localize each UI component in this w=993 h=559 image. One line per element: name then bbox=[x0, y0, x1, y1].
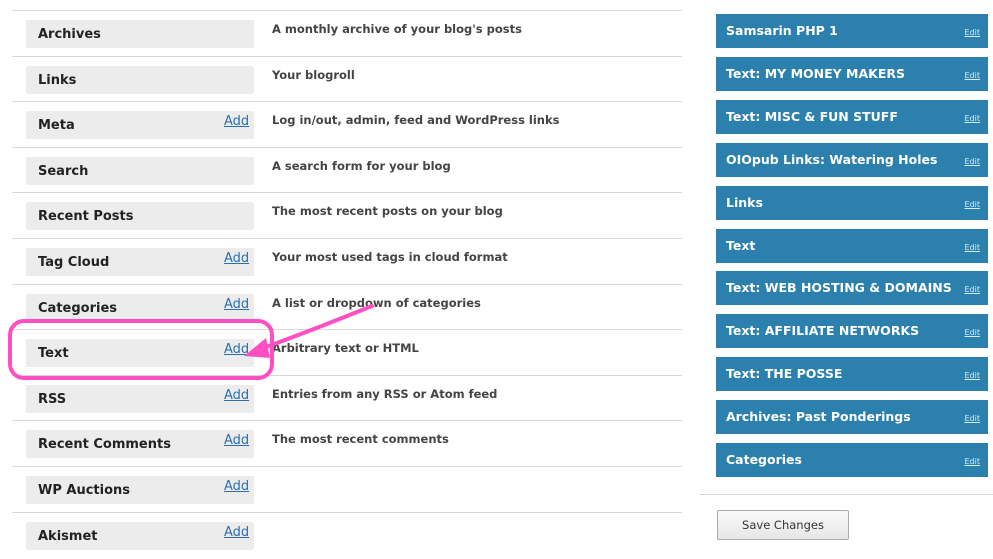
widget-name: Search bbox=[38, 163, 89, 179]
widget-description: A search form for your blog bbox=[272, 158, 451, 173]
widget-name-box: WP Auctions Add bbox=[26, 476, 254, 504]
sidebar-widget-title: Text bbox=[726, 237, 756, 253]
widget-name: Tag Cloud bbox=[38, 255, 110, 270]
sidebar-widget-title: Text: WEB HOSTING & DOMAINS bbox=[726, 280, 952, 296]
sidebar-widget-item[interactable]: Categories Edit bbox=[716, 443, 988, 477]
widget-name: Recent Comments bbox=[38, 437, 171, 453]
widget-name-box: Recent Comments Add bbox=[26, 430, 254, 459]
widget-add-link[interactable]: Add bbox=[224, 342, 249, 357]
sidebar-widget-item[interactable]: Archives: Past Ponderings Edit bbox=[716, 400, 988, 435]
sidebar-widget-item[interactable]: Links Edit bbox=[716, 185, 988, 220]
sidebar-widget-edit-link[interactable]: Edit bbox=[965, 328, 981, 337]
widget-description: A list or dropdown of categories bbox=[272, 295, 481, 310]
widget-row: Links Your blogroll bbox=[12, 55, 682, 103]
widget-description: The most recent posts on your blog bbox=[272, 204, 503, 219]
current-sidebar-widgets: Samsarin PHP 1 Edit Text: MY MONEY MAKERS E… bbox=[700, 0, 993, 544]
widget-description: The most recent comments bbox=[272, 432, 449, 447]
widget-row: Search A search form for your blog bbox=[12, 146, 682, 194]
widget-row: Text Add Arbitrary text or HTML bbox=[12, 329, 682, 376]
widget-name-box: Tag Cloud Add bbox=[26, 248, 254, 276]
widget-add-link[interactable]: Add bbox=[224, 251, 249, 266]
sidebar-widget-item[interactable]: Text Edit bbox=[716, 228, 988, 263]
widget-row: Categories Add A list or dropdown of categ… bbox=[12, 283, 682, 331]
widget-name-box: Search bbox=[26, 156, 254, 185]
sidebar-widget-item[interactable]: Text: THE POSSE Edit bbox=[716, 357, 988, 392]
sidebar-widget-item[interactable]: Text: AFFILIATE NETWORKS Edit bbox=[716, 314, 988, 349]
widget-name-box: Meta Add bbox=[26, 111, 254, 140]
widget-row: Recent Comments Add The most recent commen… bbox=[12, 420, 682, 467]
widget-row: Tag Cloud Add Your most used tags in cloud… bbox=[12, 238, 682, 285]
sidebar-widget-edit-link[interactable]: Edit bbox=[965, 114, 981, 123]
sidebar-widget-item[interactable]: OIOpub Links: Watering Holes Edit bbox=[716, 142, 988, 177]
widget-name-box: Akismet Add bbox=[26, 521, 254, 550]
sidebar-widget-title: Links bbox=[726, 194, 763, 210]
widget-name: Akismet bbox=[38, 528, 98, 544]
sidebar-widget-title: Text: MY MONEY MAKERS bbox=[726, 65, 906, 81]
widget-name: Categories bbox=[38, 300, 118, 316]
sidebar-widget-edit-link[interactable]: Edit bbox=[965, 71, 981, 80]
widget-name-box: Text Add bbox=[26, 339, 254, 368]
sidebar-widget-title: Text: MISC & FUN STUFF bbox=[726, 108, 898, 124]
widget-name: Meta bbox=[38, 118, 75, 134]
sidebar-widget-edit-link[interactable]: Edit bbox=[965, 285, 981, 294]
sidebar-widget-item[interactable]: Samsarin PHP 1 Edit bbox=[716, 14, 988, 48]
widget-row: Akismet Add bbox=[12, 511, 682, 559]
sidebar-widget-title: OIOpub Links: Watering Holes bbox=[726, 151, 938, 167]
widget-name: WP Auctions bbox=[38, 483, 131, 498]
widget-add-link[interactable]: Add bbox=[224, 479, 249, 494]
sidebar-widget-edit-link[interactable]: Edit bbox=[965, 457, 981, 466]
widget-add-link[interactable]: Add bbox=[224, 114, 249, 129]
widget-row: Archives A monthly archive of your blog's… bbox=[12, 10, 682, 57]
widget-name: RSS bbox=[38, 391, 67, 407]
sidebar-widget-title: Text: THE POSSE bbox=[726, 366, 843, 382]
widget-description: A monthly archive of your blog's posts bbox=[272, 22, 522, 36]
sidebar-widget-edit-link[interactable]: Edit bbox=[965, 157, 981, 166]
sidebar-widget-edit-link[interactable]: Edit bbox=[965, 371, 981, 380]
widget-add-link[interactable]: Add bbox=[224, 297, 249, 312]
widget-name: Archives bbox=[38, 27, 101, 42]
widget-row: RSS Add Entries from any RSS or Atom feed bbox=[12, 374, 682, 422]
widget-add-link[interactable]: Add bbox=[224, 433, 249, 448]
widget-name-box: RSS Add bbox=[26, 384, 254, 413]
widget-name: Links bbox=[38, 72, 77, 88]
widget-row: Recent Posts The most recent posts on you… bbox=[12, 192, 682, 239]
widget-name-box: Links bbox=[26, 65, 254, 94]
sidebar-widget-item[interactable]: Text: MY MONEY MAKERS Edit bbox=[716, 56, 988, 91]
widget-row: WP Auctions Add bbox=[12, 466, 682, 513]
sidebar-widget-edit-link[interactable]: Edit bbox=[965, 200, 981, 209]
widget-description: Entries from any RSS or Atom feed bbox=[272, 386, 498, 401]
widget-name: Text bbox=[38, 346, 69, 362]
widget-description: Arbitrary text or HTML bbox=[272, 341, 419, 356]
sidebar-widget-edit-link[interactable]: Edit bbox=[965, 243, 981, 252]
widget-description: Your most used tags in cloud format bbox=[272, 250, 508, 264]
widget-add-link[interactable]: Add bbox=[224, 388, 249, 403]
widget-name: Recent Posts bbox=[38, 209, 134, 225]
sidebar-widget-title: Samsarin PHP 1 bbox=[726, 23, 838, 38]
widget-description: Log in/out, admin, feed and WordPress li… bbox=[272, 113, 560, 128]
sidebar-widget-title: Categories bbox=[726, 452, 802, 467]
widget-row: Meta Add Log in/out, admin, feed and WordP… bbox=[12, 101, 682, 148]
widget-name-box: Archives bbox=[26, 20, 254, 48]
sidebar-divider bbox=[700, 494, 993, 495]
widget-name-box: Recent Posts bbox=[26, 202, 254, 231]
available-widgets-list: Archives A monthly archive of your blog's… bbox=[0, 0, 700, 550]
widget-description: Your blogroll bbox=[272, 67, 355, 82]
sidebar-widget-item[interactable]: Text: MISC & FUN STUFF Edit bbox=[716, 99, 988, 134]
sidebar-widget-edit-link[interactable]: Edit bbox=[965, 414, 981, 423]
sidebar-widget-edit-link[interactable]: Edit bbox=[965, 28, 981, 37]
sidebar-widget-title: Text: AFFILIATE NETWORKS bbox=[726, 323, 920, 339]
sidebar-widget-item[interactable]: Text: WEB HOSTING & DOMAINS Edit bbox=[716, 271, 988, 306]
save-changes-button[interactable]: Save Changes bbox=[717, 510, 849, 540]
widget-name-box: Categories Add bbox=[26, 293, 254, 322]
widget-add-link[interactable]: Add bbox=[224, 525, 249, 540]
sidebar-widget-title: Archives: Past Ponderings bbox=[726, 409, 911, 425]
